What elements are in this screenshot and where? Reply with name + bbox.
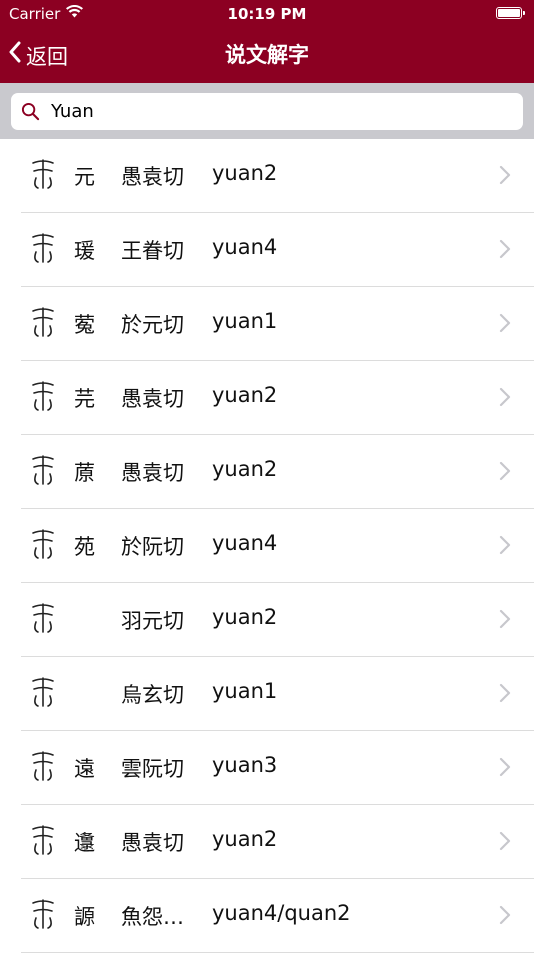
pinyin-label: yuan2 xyxy=(212,383,278,407)
pinyin-label: yuan3 xyxy=(212,753,278,777)
seal-script-image xyxy=(30,897,56,931)
chevron-right-icon xyxy=(498,237,512,261)
status-bar: Carrier 10:19 PM xyxy=(0,0,534,28)
fanqie-label: 愚袁切 xyxy=(121,831,184,855)
chevron-right-icon xyxy=(498,755,512,779)
character-label: 苑 xyxy=(74,535,95,559)
chevron-right-icon xyxy=(498,829,512,853)
chevron-right-icon xyxy=(498,533,512,557)
pinyin-label: yuan1 xyxy=(212,309,278,333)
page-title: 说文解字 xyxy=(225,43,309,67)
battery-icon xyxy=(496,7,525,19)
chevron-right-icon xyxy=(498,607,512,631)
seal-script-image xyxy=(30,823,56,857)
list-item-3[interactable]: 芫 愚袁切 yuan2 xyxy=(21,361,534,435)
character-label: 謜 xyxy=(74,905,95,929)
seal-script-image xyxy=(30,305,56,339)
list-item-9[interactable]: 邍 愚袁切 yuan2 xyxy=(21,805,534,879)
navigation-bar: 返回 说文解字 xyxy=(0,28,534,83)
fanqie-label: 愚袁切 xyxy=(121,461,184,485)
seal-script-image xyxy=(30,453,56,487)
character-label: 瑗 xyxy=(74,239,95,263)
fanqie-label: 魚怨… xyxy=(121,905,184,929)
pinyin-label: yuan4 xyxy=(212,235,278,259)
fanqie-label: 烏玄切 xyxy=(121,683,184,707)
fanqie-label: 羽元切 xyxy=(121,609,184,633)
pinyin-label: yuan2 xyxy=(212,161,278,185)
list-item-4[interactable]: 蒝 愚袁切 yuan2 xyxy=(21,435,534,509)
chevron-right-icon xyxy=(498,903,512,927)
character-label: 芫 xyxy=(74,387,95,411)
seal-script-image xyxy=(30,749,56,783)
list-item-1[interactable]: 瑗 王眷切 yuan4 xyxy=(21,213,534,287)
search-bar xyxy=(0,83,534,139)
list-item-7[interactable]: 烏玄切 yuan1 xyxy=(21,657,534,731)
status-time: 10:19 PM xyxy=(227,5,307,23)
list-item-6[interactable]: 羽元切 yuan2 xyxy=(21,583,534,657)
character-label: 蒬 xyxy=(74,313,95,337)
character-label: 元 xyxy=(74,165,95,189)
seal-script-image xyxy=(30,601,56,635)
fanqie-label: 愚袁切 xyxy=(121,165,184,189)
pinyin-label: yuan4 xyxy=(212,531,278,555)
fanqie-label: 愚袁切 xyxy=(121,387,184,411)
list-item-8[interactable]: 遠 雲阮切 yuan3 xyxy=(21,731,534,805)
seal-script-image xyxy=(30,379,56,413)
seal-script-image xyxy=(30,157,56,191)
fanqie-label: 王眷切 xyxy=(121,239,184,263)
pinyin-label: yuan2 xyxy=(212,827,278,851)
fanqie-label: 雲阮切 xyxy=(121,757,184,781)
pinyin-label: yuan2 xyxy=(212,605,278,629)
character-label: 蒝 xyxy=(74,461,95,485)
chevron-right-icon xyxy=(498,385,512,409)
character-label: 遠 xyxy=(74,757,95,781)
list-item-5[interactable]: 苑 於阮切 yuan4 xyxy=(21,509,534,583)
pinyin-label: yuan4/quan2 xyxy=(212,901,351,925)
pinyin-label: yuan1 xyxy=(212,679,278,703)
search-field[interactable] xyxy=(11,93,523,130)
seal-script-image xyxy=(30,231,56,265)
seal-script-image xyxy=(30,527,56,561)
chevron-right-icon xyxy=(498,681,512,705)
chevron-right-icon xyxy=(498,311,512,335)
fanqie-label: 於阮切 xyxy=(121,535,184,559)
character-label: 邍 xyxy=(74,831,95,855)
list-item-10[interactable]: 謜 魚怨… yuan4/quan2 xyxy=(21,879,534,953)
list-item-0[interactable]: 元 愚袁切 yuan2 xyxy=(21,139,534,213)
search-icon xyxy=(21,102,40,121)
pinyin-label: yuan2 xyxy=(212,457,278,481)
results-list: 元 愚袁切 yuan2 瑗 王眷切 yuan4 蒬 於元切 yuan1 芫 愚袁… xyxy=(0,139,534,953)
seal-script-image xyxy=(30,675,56,709)
list-item-2[interactable]: 蒬 於元切 yuan1 xyxy=(21,287,534,361)
chevron-right-icon xyxy=(498,459,512,483)
chevron-right-icon xyxy=(498,163,512,187)
fanqie-label: 於元切 xyxy=(121,313,184,337)
search-input[interactable] xyxy=(49,100,493,123)
